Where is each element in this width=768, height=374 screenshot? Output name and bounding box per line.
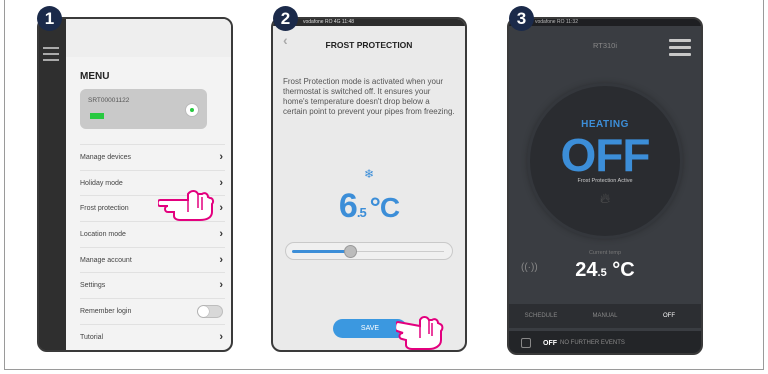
frost-temperature: 6.5 °C <box>273 187 465 226</box>
tab-schedule[interactable]: SCHEDULE <box>509 304 573 328</box>
step-3-badge: 3 <box>509 6 534 31</box>
footer-state: OFF <box>543 339 557 347</box>
page-title: FROST PROTECTION <box>325 40 413 50</box>
frost-protection-status: Frost Protection Active <box>577 178 633 184</box>
chevron-right-icon: › <box>219 279 223 292</box>
thermostat-dial[interactable]: HEATING OFF Frost Protection Active 🔥︎ <box>530 86 680 236</box>
mode-tabs: SCHEDULE MANUAL OFF <box>509 304 701 328</box>
snowflake-icon: ❄ <box>363 167 375 181</box>
slider-track <box>351 251 444 252</box>
calendar-icon <box>521 338 531 348</box>
menu-panel: MENU SRT00001122 Manage devices › Holiday… <box>66 19 231 350</box>
hamburger-icon[interactable] <box>669 39 691 60</box>
chevron-right-icon: › <box>219 151 223 163</box>
app-background <box>39 19 69 350</box>
thermostat-state: OFF <box>560 129 651 181</box>
flame-icon: 🔥︎ <box>599 190 611 206</box>
chevron-right-icon: › <box>219 202 223 215</box>
step-1-badge: 1 <box>37 6 62 31</box>
menu-item-manage-account[interactable]: Manage account › <box>80 246 225 273</box>
phone-menu-screen: MENU SRT00001122 Manage devices › Holiday… <box>37 17 233 352</box>
phone-thermostat-screen: vodafone RO 11:32 RT310i HEATING OFF Fro… <box>507 17 703 355</box>
chevron-right-icon: › <box>219 228 223 241</box>
slider-fill <box>292 250 351 253</box>
status-dot-icon <box>185 103 199 117</box>
remember-login-toggle[interactable] <box>197 305 223 319</box>
phone-frost-protection-screen: vodafone RO 4G 11:48 ‹ FROST PROTECTION … <box>271 17 467 352</box>
hamburger-icon[interactable] <box>43 47 59 65</box>
events-footer: OFF NO FURTHER EVENTS <box>509 331 701 353</box>
slider-handle[interactable] <box>344 245 357 258</box>
footer-text: NO FURTHER EVENTS <box>560 340 625 346</box>
chevron-right-icon: › <box>219 253 223 266</box>
temp-decimal: .5 <box>356 205 367 220</box>
back-arrow-icon[interactable]: ‹ <box>283 32 288 48</box>
temperature-slider[interactable] <box>285 242 453 260</box>
temp-unit: °C <box>369 192 400 223</box>
tab-off[interactable]: OFF <box>637 304 701 328</box>
menu-header <box>66 19 231 57</box>
current-temp-value: 24.5 °C <box>575 259 635 281</box>
battery-icon <box>90 113 104 119</box>
screen-header: ‹ FROST PROTECTION <box>273 26 465 64</box>
chevron-right-icon: › <box>219 330 223 343</box>
temp-integer: 6 <box>338 187 358 225</box>
device-card[interactable]: SRT00001122 <box>80 89 207 129</box>
tab-manual[interactable]: MANUAL <box>573 304 637 328</box>
step-2-badge: 2 <box>273 6 298 31</box>
device-serial: SRT00001122 <box>88 97 130 104</box>
menu-item-settings[interactable]: Settings › <box>80 272 225 298</box>
menu-item-tutorial[interactable]: Tutorial › <box>80 323 225 350</box>
menu-list: Manage devices › Holiday mode › Frost prot… <box>80 144 225 350</box>
current-temp-label: Current temp <box>588 250 622 256</box>
pointing-hand-icon <box>158 190 215 221</box>
status-bar: vodafone RO 4G 11:48 <box>273 19 465 26</box>
chevron-right-icon: › <box>219 176 223 189</box>
menu-item-remember-login: Remember login <box>80 298 225 324</box>
menu-item-manage-devices[interactable]: Manage devices › <box>80 144 225 170</box>
status-bar: vodafone RO 11:32 <box>509 19 701 26</box>
menu-item-location-mode[interactable]: Location mode › <box>80 221 225 247</box>
menu-title: MENU <box>80 71 110 82</box>
pointing-hand-icon <box>396 316 444 350</box>
frost-description: Frost Protection mode is activated when … <box>283 77 455 116</box>
